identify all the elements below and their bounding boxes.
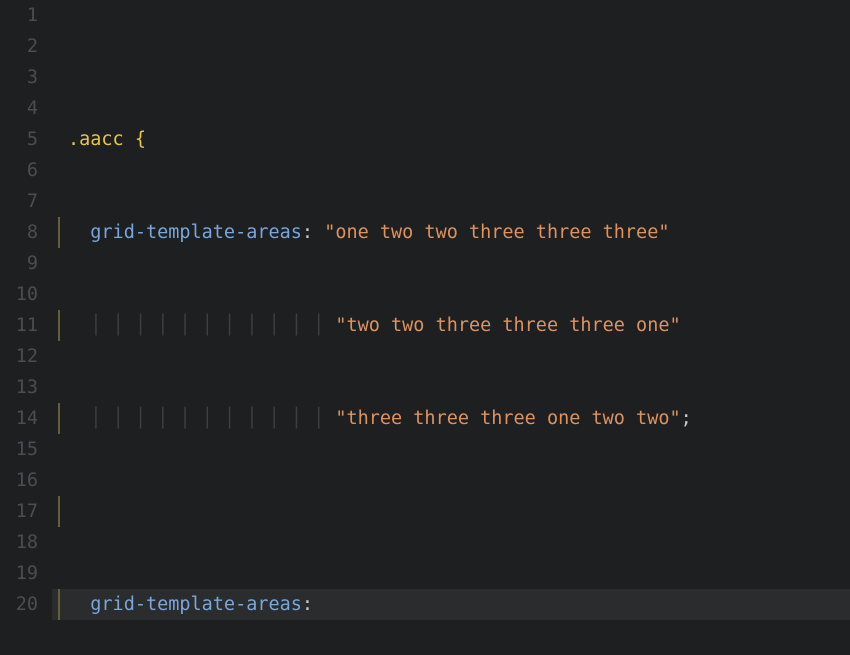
code-line[interactable]: │ │ │ │ │ │ │ │ │ │ │ "three three three… [52,403,850,434]
code-line[interactable] [52,496,850,527]
line-number: 15 [0,434,38,465]
code-line[interactable]: │ │ │ │ │ │ │ │ │ │ │ "two two three thr… [52,310,850,341]
css-selector: .aacc [68,129,124,150]
line-number: 7 [0,186,38,217]
line-number: 8 [0,217,38,248]
line-number: 6 [0,155,38,186]
line-number: 5 [0,124,38,155]
line-number: 19 [0,558,38,589]
code-editor[interactable]: 1 2 3 4 5 6 7 8 9 10 11 12 13 14 15 16 1… [0,0,850,655]
line-number: 1 [0,0,38,31]
code-line[interactable]: grid-template-areas: "one two two three … [52,217,850,248]
line-number: 11 [0,310,38,341]
line-number: 10 [0,279,38,310]
line-number: 4 [0,93,38,124]
css-string: "one two two three three three" [324,222,669,243]
line-number: 13 [0,372,38,403]
css-string: "two two three three three one" [335,315,680,336]
semicolon: ; [681,408,692,429]
line-number: 20 [0,589,38,620]
line-number: 2 [0,31,38,62]
code-line[interactable]: grid-template-areas: [52,589,850,620]
brace-open: { [124,129,146,150]
colon: : [302,222,313,243]
line-number: 14 [0,403,38,434]
code-area[interactable]: .aacc { grid-template-areas: "one two tw… [52,0,850,655]
line-number: 18 [0,527,38,558]
line-number-gutter: 1 2 3 4 5 6 7 8 9 10 11 12 13 14 15 16 1… [0,0,52,655]
css-property: grid-template-areas [90,594,302,615]
css-property: grid-template-areas [90,222,302,243]
line-number: 12 [0,341,38,372]
line-number: 16 [0,465,38,496]
line-number: 3 [0,62,38,93]
indent-guides: │ │ │ │ │ │ │ │ │ │ │ [90,310,324,341]
line-number: 9 [0,248,38,279]
css-string: "three three three one two two" [335,408,680,429]
colon: : [302,594,313,615]
indent-guides: │ │ │ │ │ │ │ │ │ │ │ [90,403,324,434]
code-line[interactable]: .aacc { [52,124,850,155]
line-number: 17 [0,496,38,527]
